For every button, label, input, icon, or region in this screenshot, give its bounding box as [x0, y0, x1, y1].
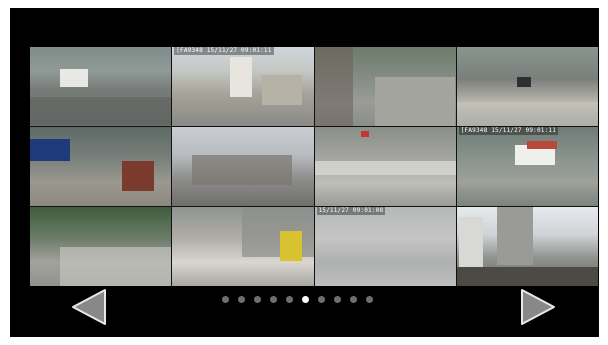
page-dot[interactable] — [334, 296, 341, 303]
camera-tile[interactable] — [172, 207, 314, 286]
camera-tile[interactable] — [456, 47, 598, 126]
building — [262, 75, 303, 105]
page-dot[interactable] — [254, 296, 261, 303]
camera-grid: [FA9348 15/11/27 09:01:11 [FA9348 15/11/… — [30, 47, 598, 286]
truck — [60, 69, 88, 87]
camera-tile[interactable]: [FA9348 15/11/27 09:01:11 — [172, 47, 314, 126]
sign — [360, 131, 369, 137]
camera-tile[interactable] — [30, 127, 172, 206]
page-dot[interactable] — [286, 296, 293, 303]
tower — [496, 207, 533, 265]
billboard — [280, 231, 303, 261]
page-dot[interactable] — [350, 296, 357, 303]
page-dot[interactable] — [366, 296, 373, 303]
roof — [526, 141, 557, 149]
camera-tile[interactable] — [30, 207, 172, 286]
previous-page-button[interactable] — [70, 287, 110, 327]
camera-timestamp: [FA9348 15/11/27 09:01:11 — [458, 127, 559, 135]
camera-tile[interactable]: [FA9348 15/11/27 09:01:11 — [456, 127, 598, 206]
bridge — [456, 267, 598, 286]
page-dot[interactable] — [318, 296, 325, 303]
camera-tile[interactable] — [456, 207, 598, 286]
bottom-frame — [0, 337, 608, 345]
page-dot[interactable] — [270, 296, 277, 303]
camera-tile[interactable] — [314, 127, 456, 206]
camera-tile[interactable] — [314, 47, 456, 126]
building — [230, 57, 253, 97]
truck — [30, 139, 70, 161]
building — [242, 207, 314, 257]
right-triangle-icon — [521, 289, 555, 325]
camera-tile[interactable] — [30, 47, 172, 126]
crosswalk — [60, 247, 172, 286]
road — [30, 97, 172, 125]
kiosk — [122, 161, 154, 191]
crosswalk — [456, 102, 598, 126]
page-indicator — [222, 295, 373, 305]
left-triangle-icon — [72, 289, 106, 325]
top-frame — [0, 0, 608, 8]
next-page-button[interactable] — [517, 287, 557, 327]
left-frame — [0, 0, 10, 345]
camera-timestamp: [FA9348 15/11/27 09:01:11 — [174, 47, 274, 55]
camera-tile[interactable] — [172, 127, 314, 206]
crosswalk — [314, 161, 456, 175]
camera-timestamp: 15/11/27 09:01:08 — [316, 207, 386, 215]
right-frame — [599, 0, 608, 345]
building — [314, 47, 353, 126]
skyline — [192, 155, 293, 185]
page-dot[interactable] — [302, 296, 309, 303]
tower — [458, 217, 483, 267]
camera-tile[interactable]: 15/11/27 09:01:08 — [314, 207, 456, 286]
car — [516, 77, 531, 87]
road — [374, 77, 455, 126]
page-dot[interactable] — [238, 296, 245, 303]
page-dot[interactable] — [222, 296, 229, 303]
